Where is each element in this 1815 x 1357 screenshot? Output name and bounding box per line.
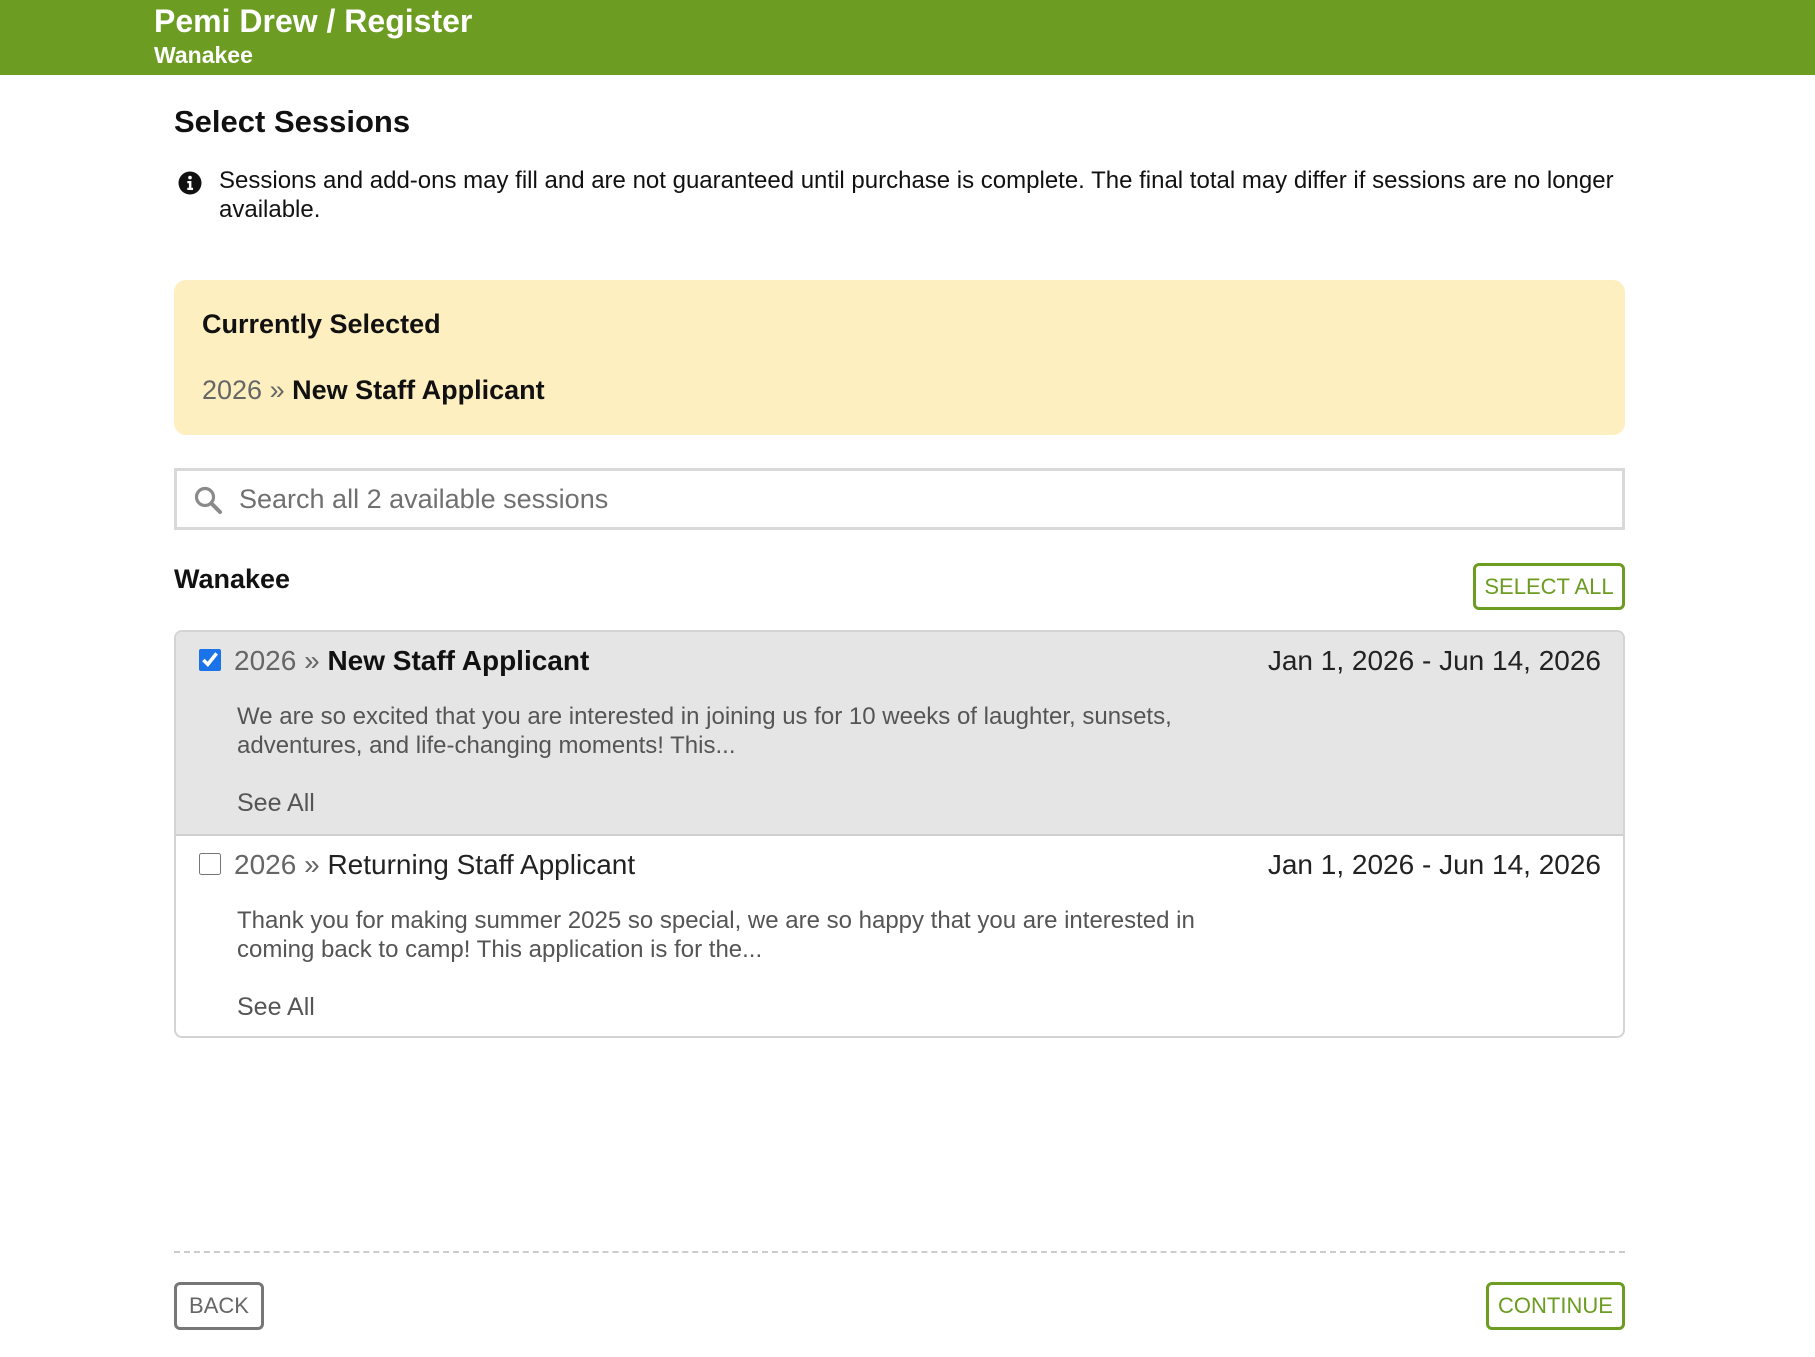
section-title-wanakee: Wanakee (174, 564, 291, 594)
session-checkbox-new-staff[interactable] (199, 649, 221, 671)
search-input[interactable] (233, 471, 1613, 527)
session-dates: Jan 1, 2026 - Jun 14, 2026 (1267, 849, 1601, 880)
session-checkbox-returning-staff[interactable] (199, 853, 221, 875)
session-separator: » (304, 849, 320, 880)
session-description: We are so excited that you are intereste… (237, 703, 1172, 759)
session-item-returning-staff[interactable]: 2026 » Returning Staff Applicant Jan 1, … (176, 836, 1623, 1036)
select-all-button[interactable]: SELECT ALL (1473, 563, 1625, 610)
footer-divider (174, 1251, 1625, 1253)
currently-selected-panel: Currently Selected 2026 » New Staff Appl… (174, 280, 1625, 435)
back-button[interactable]: BACK (174, 1282, 264, 1330)
selected-separator: » (269, 375, 285, 405)
header-title: Pemi Drew / Register (154, 3, 473, 39)
session-separator: » (304, 645, 320, 676)
app-header: Pemi Drew / Register Wanakee (0, 0, 1815, 75)
session-name: Returning Staff Applicant (327, 849, 636, 880)
session-year: 2026 (234, 849, 297, 880)
page-title: Select Sessions (174, 104, 411, 139)
session-list: 2026 » New Staff Applicant Jan 1, 2026 -… (174, 630, 1625, 1038)
currently-selected-heading: Currently Selected (202, 309, 441, 339)
header-subtitle: Wanakee (154, 42, 253, 68)
session-title: 2026 » Returning Staff Applicant (234, 848, 635, 882)
session-search (174, 468, 1625, 530)
session-title: 2026 » New Staff Applicant (234, 644, 589, 678)
session-description: Thank you for making summer 2025 so spec… (237, 907, 1195, 963)
see-all-link[interactable]: See All (237, 992, 315, 1022)
session-item-new-staff[interactable]: 2026 » New Staff Applicant Jan 1, 2026 -… (176, 632, 1623, 836)
search-icon (194, 486, 222, 514)
selected-session-name: New Staff Applicant (292, 375, 545, 405)
notice-text: Sessions and add-ons may fill and are no… (219, 167, 1614, 223)
session-dates: Jan 1, 2026 - Jun 14, 2026 (1267, 645, 1601, 676)
continue-button[interactable]: CONTINUE (1486, 1282, 1625, 1330)
session-name: New Staff Applicant (327, 645, 590, 676)
info-circle-icon (178, 171, 202, 195)
session-year: 2026 (234, 645, 297, 676)
currently-selected-item: 2026 » New Staff Applicant (202, 374, 545, 406)
selected-year: 2026 (202, 375, 263, 405)
see-all-link[interactable]: See All (237, 788, 315, 818)
